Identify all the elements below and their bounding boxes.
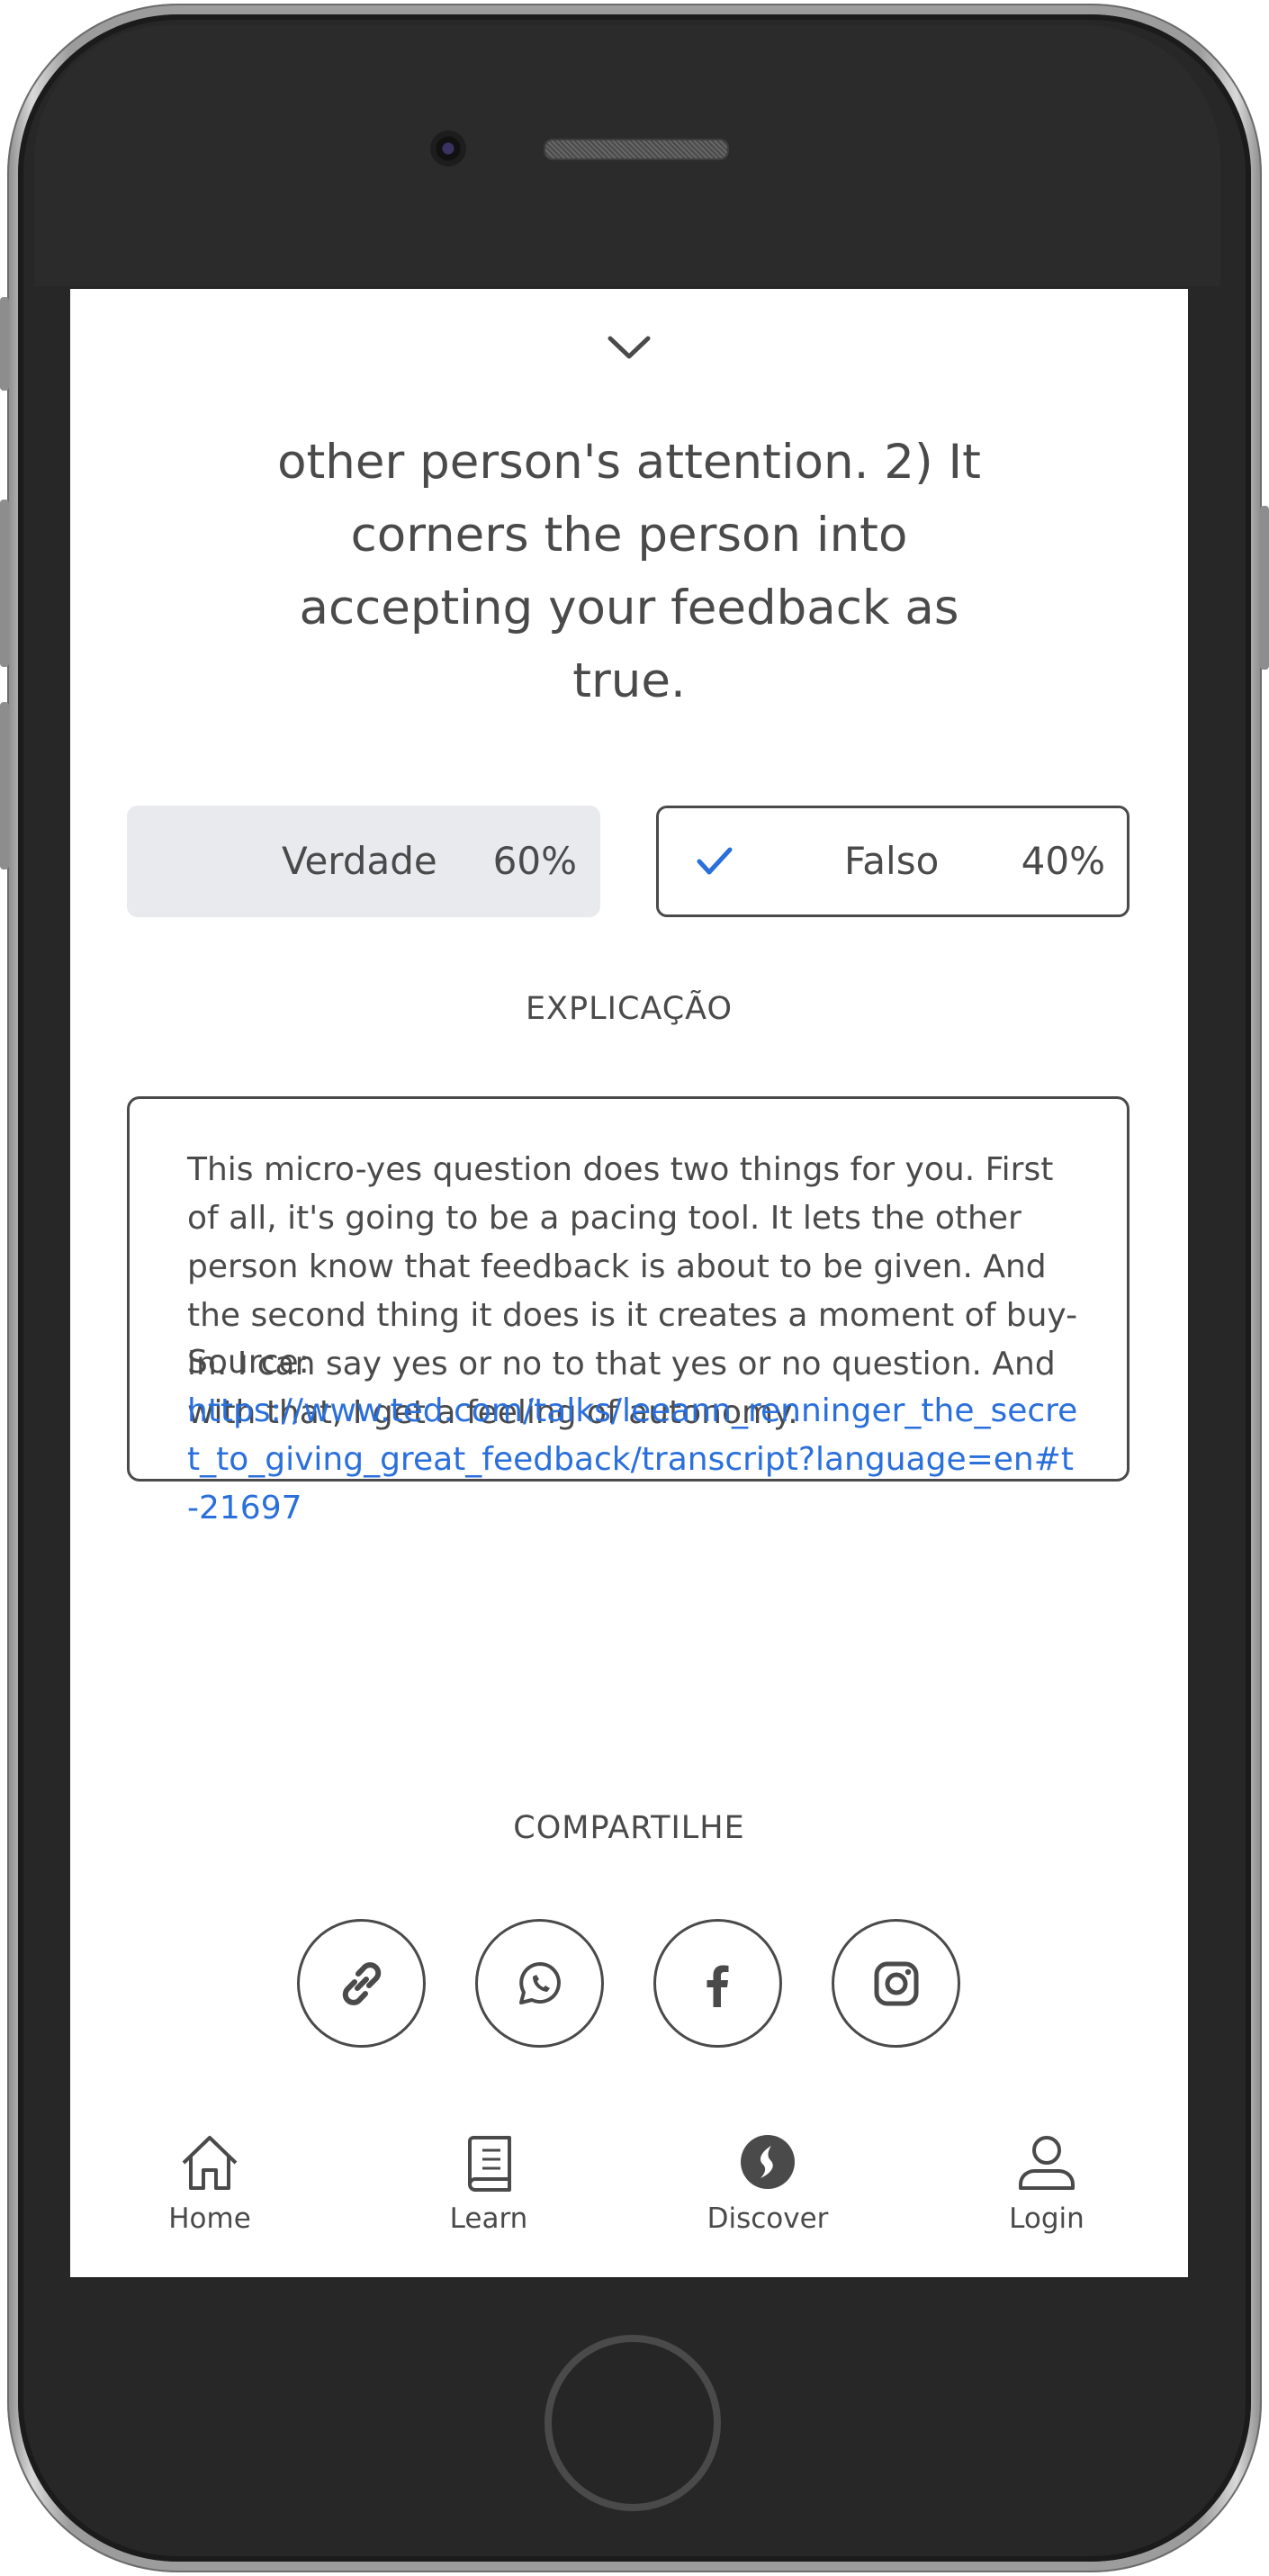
nav-label: Login (1009, 2202, 1084, 2235)
link-icon (342, 1961, 381, 2005)
source-link[interactable]: https://www.ted.com/talks/leeann_renning… (187, 1387, 1078, 1533)
nav-item-discover[interactable]: Discover (691, 2130, 844, 2256)
share-heading: COMPARTILHE (513, 1810, 745, 1846)
whatsapp-icon (518, 1961, 561, 2004)
option-percent: 60% (492, 839, 577, 883)
option-label: Falso (844, 839, 940, 883)
volume-up-button (0, 500, 9, 667)
share-instagram-button[interactable] (832, 1919, 960, 2048)
answer-option-true[interactable]: Verdade 60% (127, 806, 600, 917)
share-facebook-button[interactable] (653, 1919, 782, 2048)
facebook-icon (706, 1965, 728, 2007)
book-icon (468, 2136, 511, 2192)
question-statement: other person's attention. 2) It corners … (277, 435, 981, 708)
nav-item-login[interactable]: Login (970, 2130, 1123, 2256)
earpiece-speaker (544, 139, 729, 160)
discover-icon (741, 2135, 795, 2189)
mute-switch (0, 297, 9, 391)
user-icon (1019, 2136, 1075, 2190)
chevron-down-icon[interactable] (607, 334, 652, 361)
explanation-heading: EXPLICAÇÃO (525, 991, 734, 1027)
home-icon (182, 2136, 238, 2190)
front-camera (430, 131, 466, 167)
answer-option-false[interactable]: Falso 40% (656, 806, 1130, 917)
option-percent: 40% (1021, 839, 1105, 883)
share-whatsapp-button[interactable] (475, 1919, 604, 2048)
nav-label: Discover (706, 2202, 829, 2235)
explanation-card: This micro-yes question does two things … (127, 1096, 1130, 1527)
nav-item-home[interactable]: Home (133, 2130, 286, 2256)
source-label: Source: (187, 1344, 310, 1381)
option-label: Verdade (282, 839, 437, 883)
nav-label: Learn (449, 2202, 528, 2235)
home-hardware-button[interactable] (544, 2335, 721, 2511)
volume-down-button (0, 702, 9, 869)
power-button (1260, 506, 1269, 670)
nav-label: Home (168, 2202, 251, 2235)
checkmark-icon (697, 847, 733, 875)
instagram-icon (874, 1961, 918, 2005)
nav-item-learn[interactable]: Learn (412, 2130, 565, 2256)
app-screen: other person's attention. 2) It corners … (70, 289, 1188, 2277)
share-link-button[interactable] (297, 1919, 426, 2048)
